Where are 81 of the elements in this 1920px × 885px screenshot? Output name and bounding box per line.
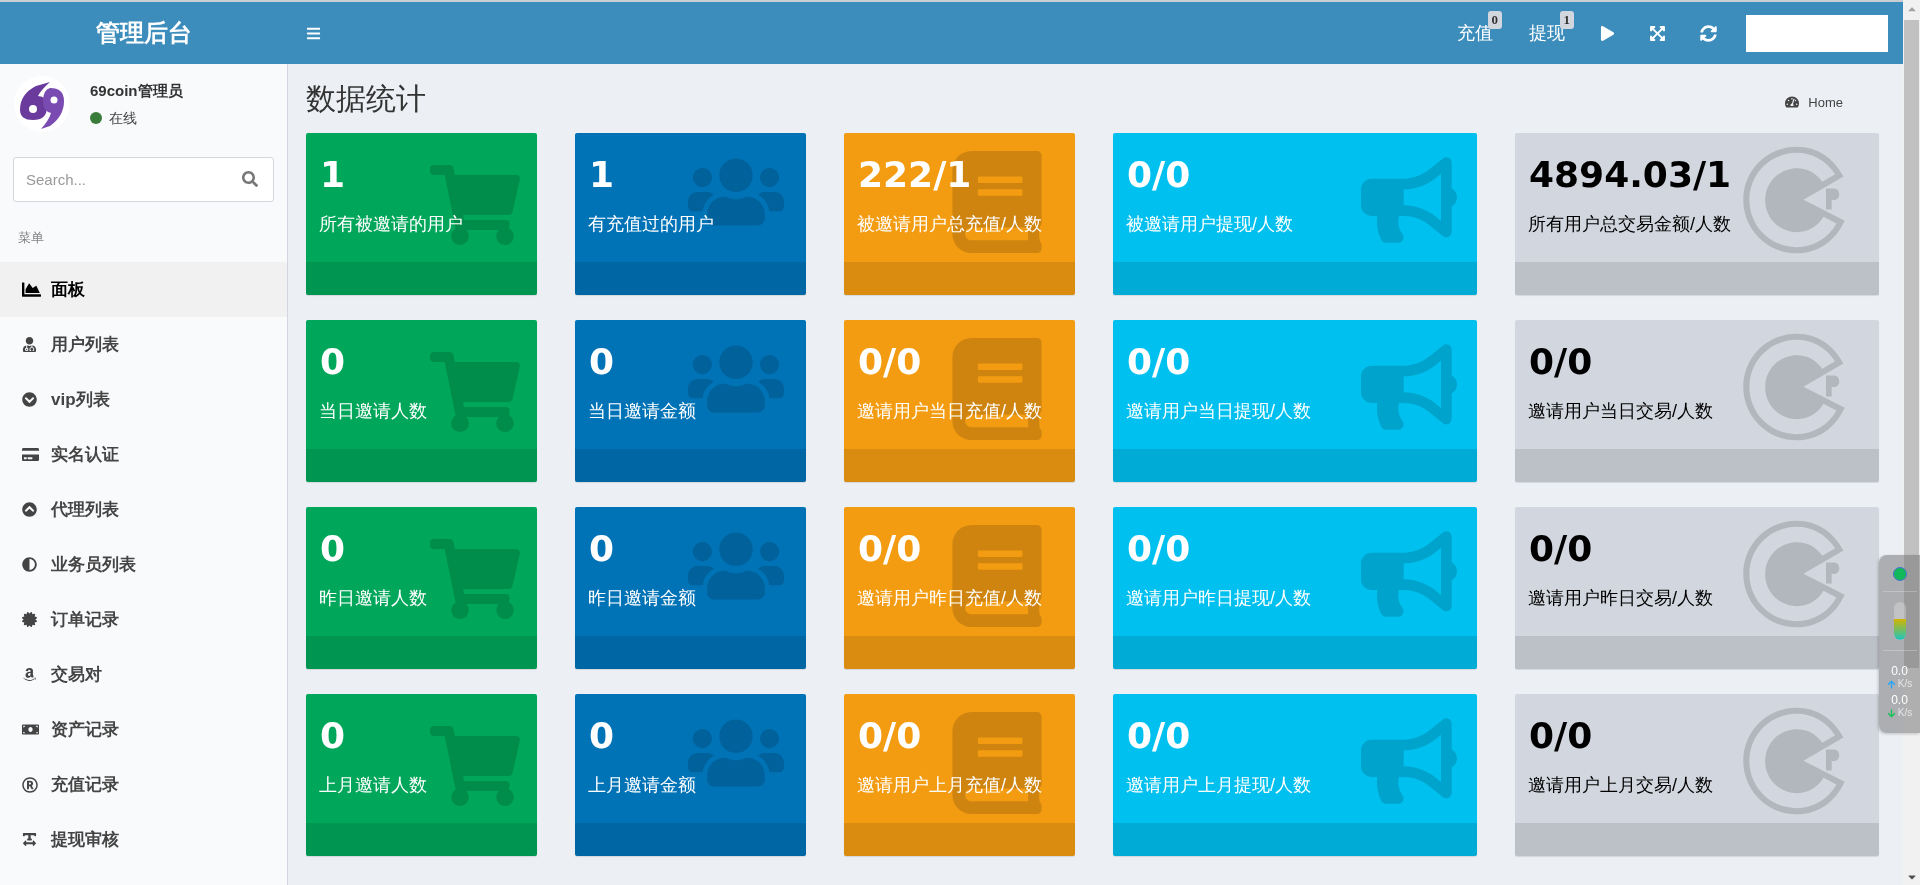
- area-chart-icon: [22, 280, 41, 299]
- text-width-icon: [22, 832, 37, 847]
- stat-caption: 当日邀请金额: [588, 400, 696, 423]
- stat-caption: 邀请用户上月提现/人数: [1126, 774, 1311, 797]
- up-arrow-icon: [1886, 679, 1896, 689]
- stat-value: 0/0: [1127, 153, 1191, 197]
- sidebar-item[interactable]: 提现审核: [0, 812, 287, 867]
- breadcrumb-link[interactable]: Home: [1785, 94, 1843, 110]
- page-title: 数据统计: [306, 81, 426, 117]
- gauge-icon: [1785, 95, 1800, 109]
- stat-caption: 昨日邀请人数: [319, 587, 427, 610]
- stat-caption: 上月邀请人数: [319, 774, 427, 797]
- count-badge: 0: [1487, 11, 1502, 29]
- stat-caption: 邀请用户昨日提现/人数: [1126, 587, 1311, 610]
- sidebar-item[interactable]: vip列表: [0, 372, 287, 427]
- stat-caption: 邀请用户当日提现/人数: [1126, 400, 1311, 423]
- stat-value: 0/0: [1529, 527, 1593, 571]
- registered-mark-icon: [22, 776, 38, 793]
- stat-caption: 被邀请用户提现/人数: [1126, 213, 1293, 236]
- sidebar-item[interactable]: 资产记录: [0, 702, 287, 757]
- credit-card-icon: [22, 446, 39, 463]
- sidebar-item[interactable]: 代理列表: [0, 482, 287, 537]
- sidebar-item[interactable]: 充值记录: [0, 757, 287, 812]
- stat-caption: 当日邀请人数: [319, 400, 427, 423]
- stat-caption: 被邀请用户总充值/人数: [857, 213, 1042, 236]
- count-badge: 1: [1559, 11, 1574, 29]
- stat-caption: 所有被邀请的用户: [319, 213, 463, 236]
- letter-a-icon: [22, 667, 37, 682]
- search-icon[interactable]: [242, 171, 258, 187]
- rate-value: 0.0: [1891, 693, 1908, 707]
- expand-arrows-icon: [1649, 24, 1666, 42]
- app-title: 管理后台: [96, 18, 192, 48]
- stat-caption: 邀请用户当日充值/人数: [857, 400, 1042, 423]
- swirl-logo-icon: [14, 76, 70, 132]
- header-input-field[interactable]: [1746, 14, 1888, 52]
- status-text: 在线: [109, 109, 137, 127]
- menu-icon: [306, 25, 321, 41]
- sidebar-item[interactable]: 业务员列表: [0, 537, 287, 592]
- stat-value: 1: [589, 153, 615, 197]
- refresh-icon: [1700, 24, 1717, 42]
- stat-value: 222/1: [858, 153, 972, 197]
- stat-value: 0/0: [1127, 340, 1191, 384]
- seal-icon: [22, 612, 37, 627]
- person-icon: [22, 337, 37, 352]
- down-arrow-icon: [1886, 708, 1896, 718]
- stat-value: 1: [320, 153, 346, 197]
- stat-caption: 有充值过的用户: [588, 213, 714, 236]
- stat-caption: 上月邀请金额: [588, 774, 696, 797]
- stat-caption: 所有用户总交易金额/人数: [1528, 213, 1731, 236]
- rate-value: 0.0: [1891, 664, 1908, 678]
- banknote-icon: [22, 721, 39, 738]
- sidebar-item[interactable]: 用户列表: [0, 317, 287, 372]
- stat-value: 0: [589, 527, 615, 571]
- sidebar-item[interactable]: 面板: [0, 262, 287, 317]
- stat-value: 0/0: [858, 340, 922, 384]
- stat-value: 0: [589, 340, 615, 384]
- scrollbar-thumb[interactable]: [1904, 20, 1919, 668]
- stat-caption: 邀请用户昨日交易/人数: [1528, 587, 1713, 610]
- stat-caption: 邀请用户昨日充值/人数: [857, 587, 1042, 610]
- menu-heading: 菜单: [18, 229, 44, 247]
- stat-value: 0: [589, 714, 615, 758]
- stat-value: 0: [320, 714, 346, 758]
- stat-value: 0/0: [1127, 527, 1191, 571]
- user-name: 69coin管理员: [90, 81, 183, 101]
- stat-caption: 邀请用户当日交易/人数: [1528, 400, 1713, 423]
- search-field[interactable]: Search...: [13, 157, 274, 202]
- stat-caption: 邀请用户上月充值/人数: [857, 774, 1042, 797]
- stat-caption: 昨日邀请金额: [588, 587, 696, 610]
- stat-value: 4894.03/1: [1529, 153, 1732, 197]
- sidebar-item[interactable]: 交易对: [0, 647, 287, 702]
- stat-value: 0: [320, 340, 346, 384]
- sidebar-item[interactable]: 订单记录: [0, 592, 287, 647]
- stat-value: 0: [320, 527, 346, 571]
- stat-value: 0/0: [1529, 340, 1593, 384]
- sidebar-item[interactable]: 实名认证: [0, 427, 287, 482]
- play-icon: [1600, 25, 1615, 41]
- stat-value: 0/0: [1127, 714, 1191, 758]
- stat-value: 0/0: [858, 527, 922, 571]
- stat-value: 0/0: [858, 714, 922, 758]
- stat-caption: 邀请用户上月交易/人数: [1528, 774, 1713, 797]
- stat-value: 0/0: [1529, 714, 1593, 758]
